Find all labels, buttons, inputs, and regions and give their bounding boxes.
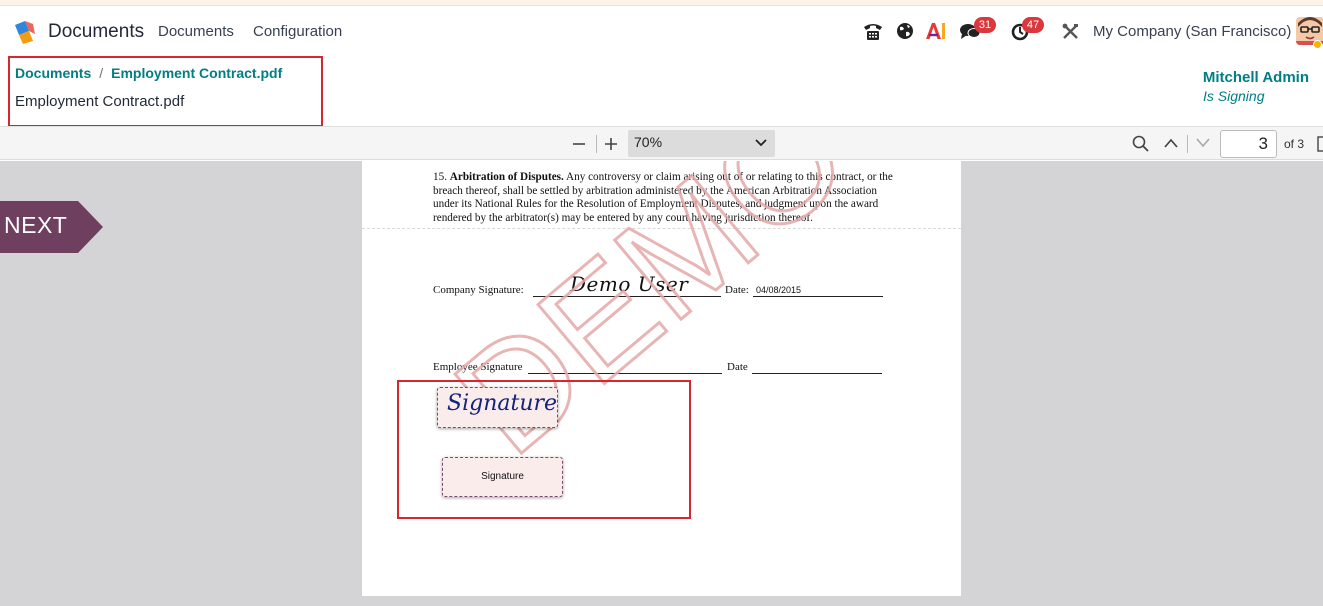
tools-icon[interactable] bbox=[1062, 23, 1079, 40]
next-button[interactable]: NEXT bbox=[4, 212, 67, 239]
toolbar-divider bbox=[1187, 135, 1188, 153]
clause-number: 15. bbox=[433, 171, 447, 183]
highlight-box-signature bbox=[397, 380, 691, 519]
page-number-input[interactable]: 3 bbox=[1220, 130, 1277, 158]
company-signature-underline bbox=[533, 296, 721, 297]
presence-status-dot bbox=[1313, 40, 1322, 49]
zoom-out-icon[interactable] bbox=[571, 136, 587, 152]
toolbar-divider bbox=[596, 135, 597, 153]
activities-badge: 47 bbox=[1022, 17, 1044, 33]
zoom-in-icon[interactable] bbox=[603, 136, 619, 152]
pdf-toolbar: 70% 3 of 3 bbox=[0, 126, 1323, 160]
messages-badge: 31 bbox=[974, 17, 996, 33]
company-switcher[interactable]: My Company (San Francisco) bbox=[1093, 23, 1291, 40]
arbitration-clause: 15. Arbitration of Disputes. Any controv… bbox=[433, 171, 893, 225]
pdf-page: 15. Arbitration of Disputes. Any controv… bbox=[362, 161, 961, 596]
date-underline-employee bbox=[752, 373, 882, 374]
main-navbar: Documents Documents Configuration 31 47 … bbox=[0, 7, 1323, 55]
globe-icon[interactable] bbox=[896, 22, 914, 40]
top-strip bbox=[0, 0, 1323, 6]
sidebar-toggle-icon[interactable] bbox=[1317, 136, 1323, 152]
company-signature-label: Company Signature: bbox=[433, 284, 524, 296]
phone-icon[interactable] bbox=[862, 21, 884, 41]
zoom-select[interactable]: 70% bbox=[628, 130, 775, 157]
date-underline-company bbox=[753, 296, 883, 297]
chevron-down-icon bbox=[755, 139, 767, 147]
highlight-box-breadcrumb bbox=[8, 56, 323, 127]
page-guide-line bbox=[362, 228, 961, 229]
date-label-employee: Date bbox=[727, 361, 748, 373]
previous-page-icon[interactable] bbox=[1163, 137, 1179, 149]
date-label-company: Date: bbox=[725, 284, 749, 296]
date-value-company: 04/08/2015 bbox=[756, 285, 802, 295]
pdf-viewer[interactable]: 15. Arbitration of Disputes. Any controv… bbox=[0, 161, 1323, 606]
app-name[interactable]: Documents bbox=[48, 21, 144, 43]
menu-documents[interactable]: Documents bbox=[158, 23, 234, 40]
signer-status: Is Signing bbox=[1203, 88, 1265, 104]
demo-watermark: DEMO bbox=[423, 161, 879, 487]
ai-icon[interactable] bbox=[925, 22, 947, 40]
page-total: of 3 bbox=[1284, 137, 1305, 151]
signer-name: Mitchell Admin bbox=[1202, 69, 1309, 86]
company-signature-value: Demo User bbox=[570, 272, 689, 296]
zoom-value: 70% bbox=[634, 134, 663, 150]
employee-signature-label: Employee Signature bbox=[433, 361, 523, 373]
documents-app-logo[interactable] bbox=[12, 19, 38, 45]
search-icon[interactable] bbox=[1132, 135, 1150, 153]
employee-signature-underline bbox=[528, 373, 722, 374]
next-page-icon[interactable] bbox=[1195, 137, 1211, 149]
clause-title: Arbitration of Disputes. bbox=[449, 171, 564, 183]
menu-configuration[interactable]: Configuration bbox=[253, 23, 342, 40]
